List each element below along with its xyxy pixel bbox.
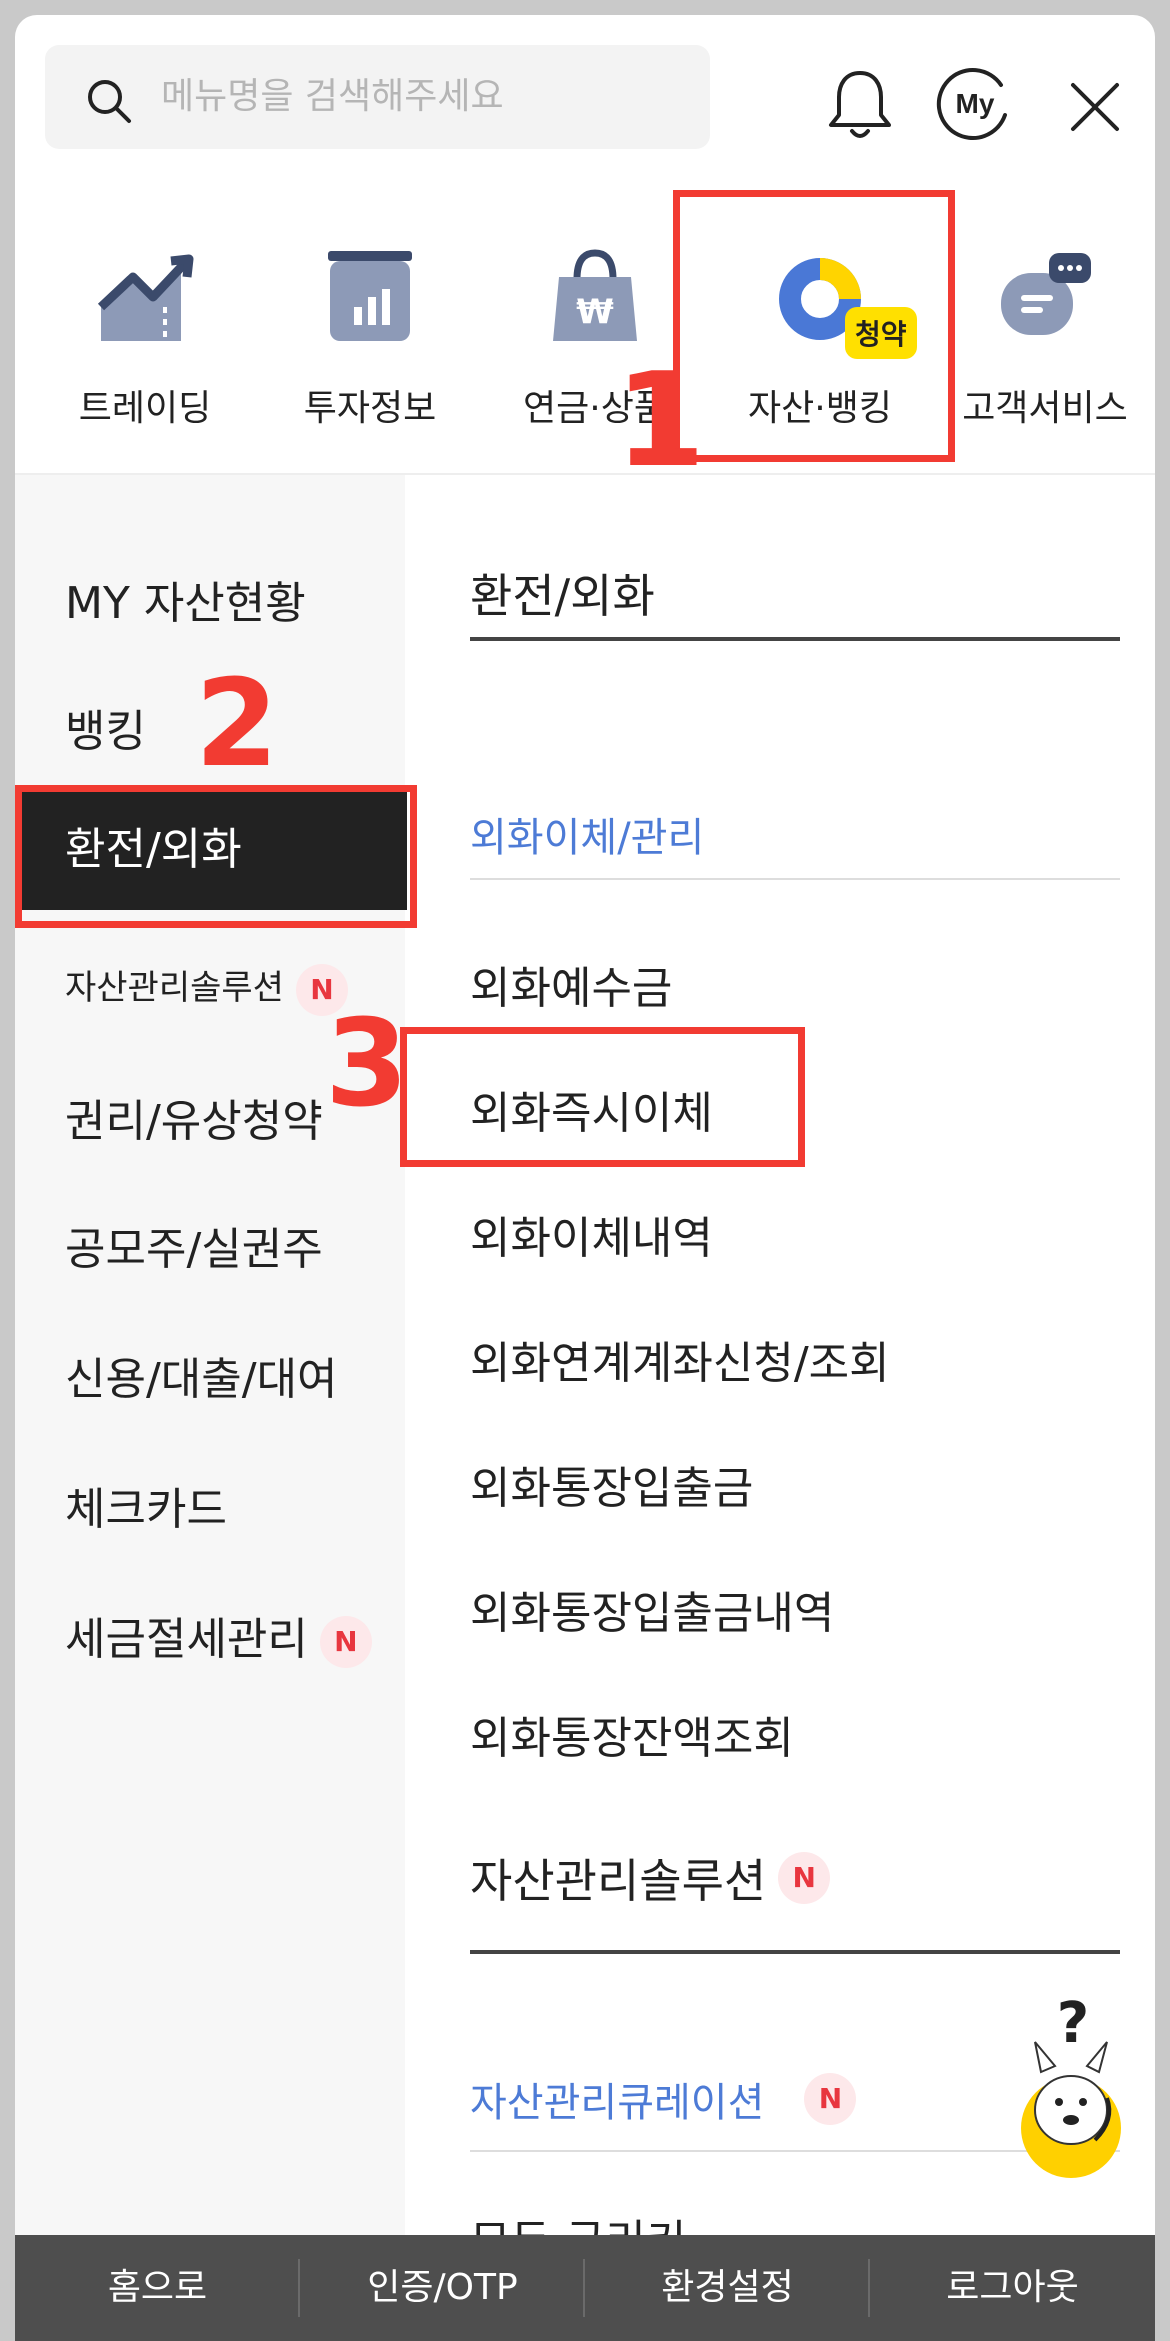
annotation-box-3 [400, 1027, 805, 1167]
menu-item-fx-bankbook-history[interactable]: 외화통장입출금내역 [470, 1577, 834, 1641]
settings-button[interactable]: 환경설정 [585, 2235, 870, 2341]
svg-text:₩: ₩ [576, 292, 614, 332]
left-menu-label: 체크카드 [65, 1484, 227, 1535]
section-title-asset-solution: 자산관리솔루션 N [470, 1845, 831, 1911]
left-menu-label: 자산관리솔루션 [65, 968, 284, 1008]
left-menu-item-check-card[interactable]: 체크카드 [15, 1473, 405, 1537]
svg-text:?: ? [1057, 1991, 1089, 2056]
left-menu-item-tax[interactable]: 세금절세관리 N [15, 1603, 405, 1668]
menu-item-fx-linked-account[interactable]: 외화연계계좌신청/조회 [470, 1327, 890, 1391]
search-icon [88, 80, 131, 123]
left-menu-label: 권리/유상청약 [65, 1096, 323, 1147]
left-menu-label: 세금절세관리 [65, 1614, 308, 1665]
money-bag-icon: ₩ [553, 249, 637, 341]
section-divider [470, 1950, 1120, 1954]
annotation-box-2 [15, 785, 417, 928]
my-page-button[interactable]: My [935, 63, 1015, 143]
auth-otp-button[interactable]: 인증/OTP [300, 2235, 585, 2341]
bottom-bar-label: 인증/OTP [367, 2267, 518, 2308]
search-placeholder: 메뉴명을 검색해주세요 [161, 76, 504, 117]
section-title-label: 자산관리솔루션 [470, 1854, 767, 1908]
bottom-bar-label: 로그아웃 [946, 2267, 1079, 2308]
new-badge: N [319, 1616, 372, 1668]
chatbot-mascot-icon[interactable]: ? [975, 1980, 1155, 2180]
home-button[interactable]: 홈으로 [15, 2235, 300, 2341]
category-invest-info[interactable]: 투자정보 [265, 245, 475, 431]
bar-chart-icon [328, 251, 412, 341]
left-menu-label: 뱅킹 [65, 706, 146, 757]
menu-item-fx-deposit[interactable]: 외화예수금 [470, 952, 672, 1016]
close-icon[interactable] [1065, 77, 1125, 137]
my-icon: My [936, 68, 1007, 141]
my-label: My [956, 88, 995, 119]
menu-item-fx-transfer-history[interactable]: 외화이체내역 [470, 1202, 713, 1266]
subsection-fx-transfer[interactable]: 외화이체/관리 [470, 805, 704, 863]
search-input[interactable]: 메뉴명을 검색해주세요 [45, 45, 710, 149]
bottom-bar-label: 홈으로 [107, 2267, 208, 2308]
new-badge: N [804, 2073, 857, 2125]
new-badge: N [778, 1852, 831, 1904]
bottom-bar: 홈으로 인증/OTP 환경설정 로그아웃 [15, 2235, 1155, 2341]
subsection-label: 자산관리큐레이션 [470, 2080, 765, 2126]
subsection-asset-curation[interactable]: 자산관리큐레이션 N [470, 2070, 857, 2128]
logout-button[interactable]: 로그아웃 [870, 2235, 1155, 2341]
chart-up-icon [97, 254, 194, 341]
left-menu-label: 공모주/실권주 [65, 1224, 323, 1275]
left-menu-label: 신용/대출/대여 [65, 1354, 338, 1405]
category-label: 트레이딩 [78, 388, 212, 429]
subsection-divider [470, 878, 1120, 880]
annotation-number-1: 1 [615, 344, 706, 496]
category-customer-service[interactable]: 고객서비스 [940, 245, 1150, 431]
left-menu-label: MY 자산현황 [65, 578, 306, 629]
annotation-box-1 [673, 190, 955, 462]
bottom-bar-label: 환경설정 [661, 2267, 794, 2308]
left-menu-item-ipo[interactable]: 공모주/실권주 [15, 1213, 405, 1277]
menu-item-fx-bankbook[interactable]: 외화통장입출금 [470, 1452, 753, 1516]
category-trading[interactable]: 트레이딩 [40, 245, 250, 431]
annotation-number-2: 2 [195, 655, 279, 794]
category-label: 투자정보 [303, 388, 437, 429]
section-divider [470, 637, 1120, 641]
chat-icon [1001, 253, 1091, 335]
left-menu-item-my-assets[interactable]: MY 자산현황 [15, 567, 405, 631]
annotation-number-3: 3 [325, 995, 409, 1134]
section-title-exchange: 환전/외화 [470, 569, 655, 623]
category-label: 고객서비스 [962, 388, 1128, 429]
left-menu-item-credit[interactable]: 신용/대출/대여 [15, 1343, 405, 1407]
menu-screen: 메뉴명을 검색해주세요 My 트레이딩 투자정보 ₩ 연금·상품 자산·뱅킹 고… [15, 15, 1155, 2341]
menu-item-fx-balance[interactable]: 외화통장잔액조회 [470, 1702, 794, 1766]
bell-icon[interactable] [825, 67, 895, 143]
